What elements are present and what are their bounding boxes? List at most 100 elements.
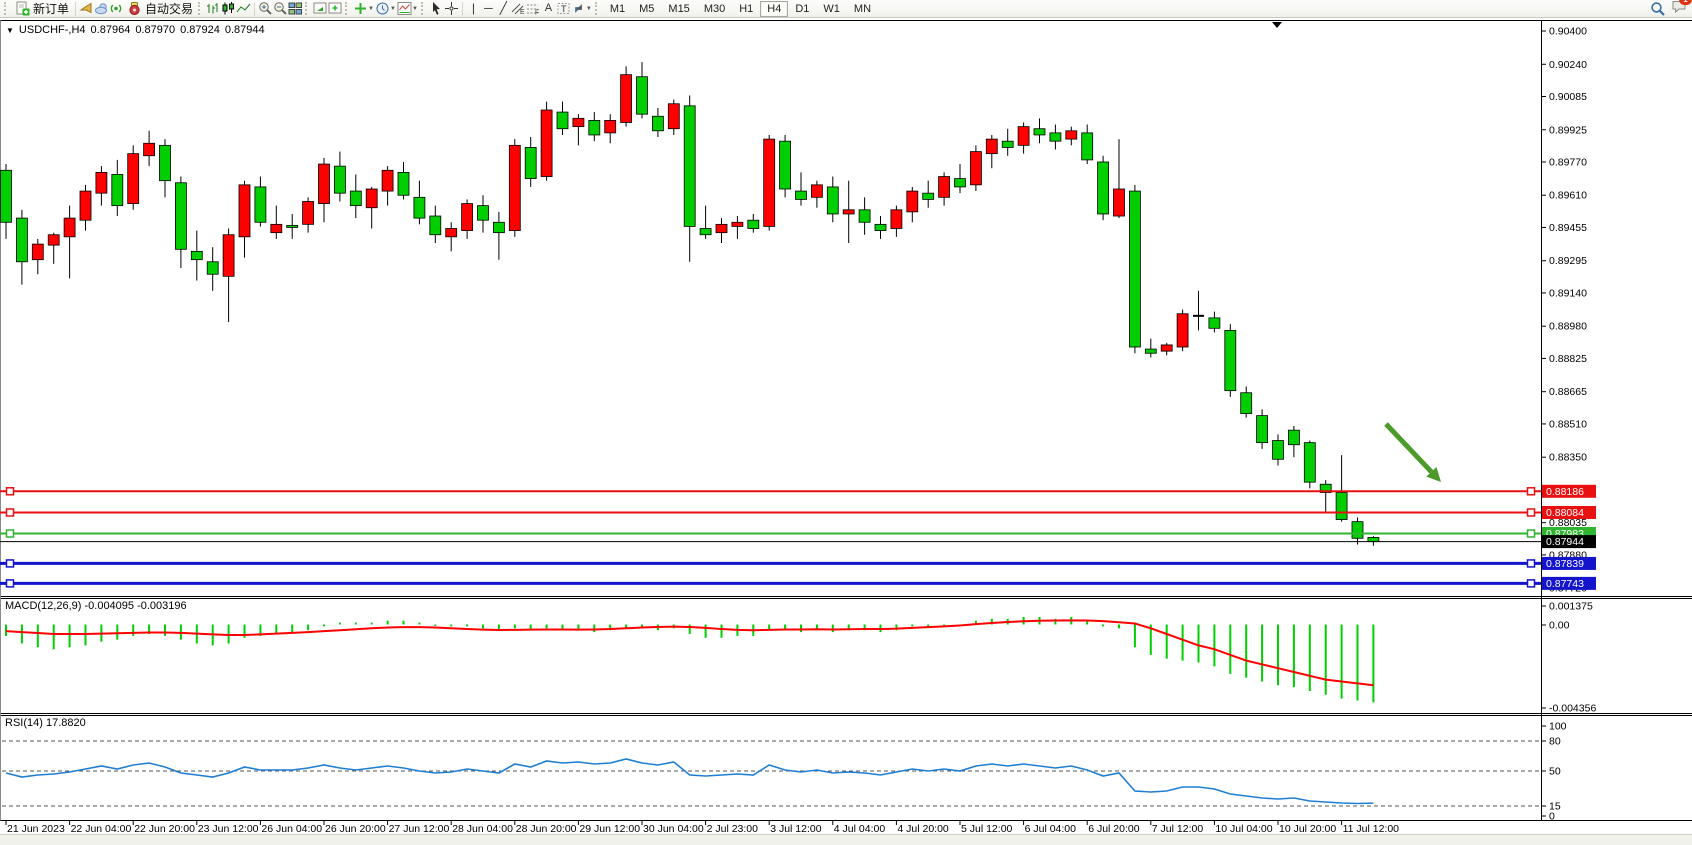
chart-low-value: 0.87924 — [180, 24, 220, 36]
toolbar-grip[interactable] — [345, 2, 349, 15]
toolbar-separator — [75, 2, 76, 16]
new-order-icon — [15, 1, 30, 16]
svg-text:T: T — [561, 4, 567, 14]
svg-text:80: 80 — [1549, 736, 1561, 748]
timeframe-button-h1[interactable]: H1 — [732, 1, 760, 17]
toolbar-grip[interactable] — [4, 2, 8, 15]
candlestick-chart-icon[interactable] — [221, 1, 236, 16]
collapse-triangle-icon[interactable]: ▼ — [6, 26, 14, 35]
toolbar-grip[interactable] — [421, 2, 425, 15]
svg-text:0.89140: 0.89140 — [1549, 287, 1587, 299]
chevron-down-icon[interactable]: ▼ — [586, 6, 592, 12]
svg-text:0.88350: 0.88350 — [1549, 452, 1587, 464]
tile-windows-icon[interactable] — [288, 1, 303, 16]
text-tool-icon[interactable]: A — [541, 1, 556, 16]
time-axis: 21 Jun 202322 Jun 04:0022 Jun 20:0023 Ju… — [6, 821, 1399, 835]
svg-text:0.89925: 0.89925 — [1549, 124, 1587, 136]
toolbar-grip[interactable] — [595, 2, 599, 15]
timeframe-group: M1M5M15M30H1H4D1W1MN — [603, 1, 878, 17]
line-drag-handle[interactable] — [1528, 509, 1535, 516]
price-axis: 0.904000.902400.900850.899250.897700.896… — [1541, 26, 1596, 595]
strategy-test-icon[interactable] — [313, 1, 328, 16]
macd-pane — [6, 617, 1373, 703]
horizontal-line-tool-icon[interactable]: ─ — [481, 1, 496, 16]
publish-cloud-icon[interactable] — [94, 1, 109, 16]
timeframe-button-m1[interactable]: M1 — [603, 1, 632, 17]
search-icon[interactable] — [1650, 1, 1665, 16]
line-drag-handle[interactable] — [7, 580, 14, 587]
auto-trading-button[interactable]: 自动交易 — [124, 1, 196, 17]
equidistant-channel-tool-icon[interactable]: E — [511, 1, 526, 16]
svg-text:0.00: 0.00 — [1549, 620, 1570, 632]
chart-symbol-period: USDCHF-,H4 — [19, 24, 86, 36]
fibonacci-tool-icon[interactable]: F — [526, 1, 541, 16]
vertical-line-tool-icon[interactable]: | — [466, 1, 481, 16]
svg-text:0.88084: 0.88084 — [1546, 507, 1584, 519]
chart-high-value: 0.87970 — [135, 24, 175, 36]
line-drag-handle[interactable] — [7, 560, 14, 567]
timeframe-button-d1[interactable]: D1 — [788, 1, 816, 17]
pane-frames — [0, 21, 1692, 821]
candles-layer — [1, 62, 1379, 546]
timeframe-button-h4[interactable]: H4 — [760, 1, 788, 17]
svg-text:0: 0 — [1549, 811, 1555, 823]
line-drag-handle[interactable] — [1528, 530, 1535, 537]
svg-text:0.88980: 0.88980 — [1549, 321, 1587, 333]
toolbar-grip[interactable] — [305, 2, 309, 15]
svg-text:0.88186: 0.88186 — [1546, 486, 1584, 498]
add-object-icon[interactable] — [353, 1, 368, 16]
toolbar-separator — [462, 2, 463, 16]
cursor-tool-icon[interactable] — [429, 1, 444, 16]
chart-open-value: 0.87964 — [91, 24, 131, 36]
svg-text:E: E — [520, 9, 525, 16]
svg-text:0.89610: 0.89610 — [1549, 190, 1587, 202]
chart-close-value: 0.87944 — [225, 24, 265, 36]
period-clock-icon[interactable] — [375, 1, 390, 16]
timeframe-button-w1[interactable]: W1 — [816, 1, 847, 17]
crosshair-tool-icon[interactable] — [444, 1, 459, 16]
down-arrow-annotation[interactable] — [1386, 424, 1441, 482]
chevron-down-icon[interactable]: ▼ — [368, 6, 374, 12]
zoom-out-icon[interactable] — [273, 1, 288, 16]
indicators-icon[interactable] — [397, 1, 412, 16]
alert-horn-icon[interactable] — [79, 1, 94, 16]
timeframe-button-m30[interactable]: M30 — [697, 1, 732, 17]
signals-icon[interactable] — [109, 1, 124, 16]
chevron-down-icon[interactable]: ▼ — [390, 6, 396, 12]
arrows-tool-icon[interactable] — [571, 1, 586, 16]
chart-canvas[interactable]: 0.904000.902400.900850.899250.897700.896… — [0, 0, 1692, 844]
svg-text:0.88665: 0.88665 — [1549, 386, 1587, 398]
rsi-indicator-label: RSI(14) 17.8820 — [5, 717, 86, 729]
svg-text:0.88825: 0.88825 — [1549, 353, 1587, 365]
svg-text:0.90085: 0.90085 — [1549, 91, 1587, 103]
svg-text:0.90400: 0.90400 — [1549, 26, 1587, 38]
timeframe-button-mn[interactable]: MN — [847, 1, 878, 17]
bar-chart-icon[interactable] — [206, 1, 221, 16]
line-chart-icon[interactable] — [236, 1, 251, 16]
svg-text:-0.004356: -0.004356 — [1549, 703, 1596, 715]
new-chart-icon[interactable] — [328, 1, 343, 16]
timeframe-button-m5[interactable]: M5 — [632, 1, 661, 17]
line-drag-handle[interactable] — [7, 488, 14, 495]
line-drag-handle[interactable] — [1528, 580, 1535, 587]
trendline-tool-icon[interactable]: ╱ — [496, 1, 511, 16]
line-drag-handle[interactable] — [7, 509, 14, 516]
line-drag-handle[interactable] — [7, 530, 14, 537]
line-drag-handle[interactable] — [1528, 488, 1535, 495]
timeframe-button-m15[interactable]: M15 — [661, 1, 696, 17]
svg-text:100: 100 — [1549, 721, 1567, 733]
chat-button[interactable]: 1 — [1671, 0, 1686, 19]
main-toolbar: 新订单 自动交易 ▼ — [0, 0, 1692, 18]
new-order-button[interactable]: 新订单 — [12, 1, 72, 17]
horizontal-scroll-strip[interactable] — [0, 834, 1692, 845]
svg-text:0.90240: 0.90240 — [1549, 59, 1587, 71]
zoom-in-icon[interactable] — [258, 1, 273, 16]
svg-text:0.87839: 0.87839 — [1546, 558, 1584, 570]
text-label-tool-icon[interactable]: T — [556, 1, 571, 16]
indicator-axes: 0.0013750.00-0.0043561008050150 — [1541, 601, 1596, 823]
svg-text:0.88510: 0.88510 — [1549, 418, 1587, 430]
svg-text:0.001375: 0.001375 — [1549, 601, 1593, 613]
line-drag-handle[interactable] — [1528, 560, 1535, 567]
toolbar-grip[interactable] — [198, 2, 202, 15]
chevron-down-icon[interactable]: ▼ — [412, 6, 418, 12]
